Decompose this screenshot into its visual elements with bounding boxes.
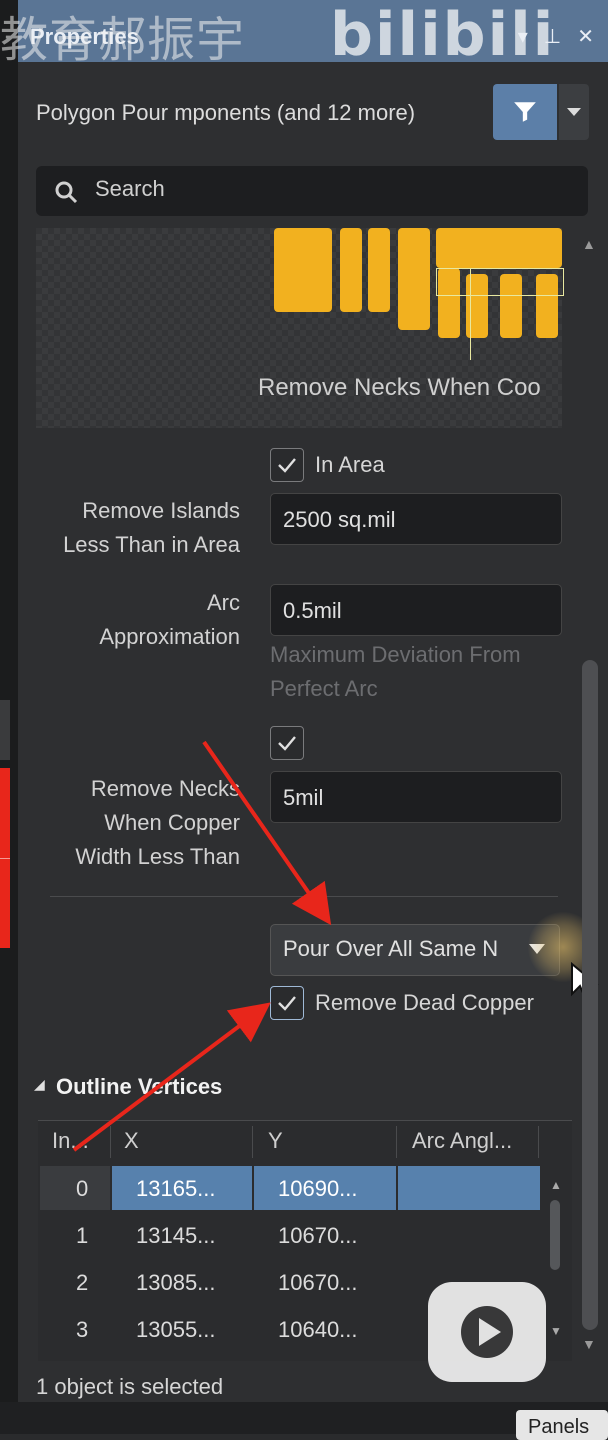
remove-necks-label-line3: Width Less Than xyxy=(75,844,240,869)
pour-over-value: Pour Over All Same N xyxy=(283,936,499,961)
cell-index: 1 xyxy=(76,1223,89,1248)
copper-pad xyxy=(398,228,430,330)
table-scroll-down-icon[interactable]: ▼ xyxy=(550,1324,562,1338)
cell-x: 13165... xyxy=(136,1176,216,1201)
search-placeholder: Search xyxy=(95,176,165,201)
column-header-y[interactable]: Y xyxy=(268,1128,283,1154)
checkmark-icon xyxy=(278,736,296,751)
remove-dead-copper-checkbox[interactable] xyxy=(270,986,304,1020)
table-scrollbar-thumb[interactable] xyxy=(550,1200,560,1270)
arc-hint-line1: Maximum Deviation From xyxy=(270,642,521,667)
table-row[interactable]: 0 13165... 10690... xyxy=(40,1166,540,1210)
column-separator[interactable] xyxy=(538,1126,539,1158)
collapse-triangle-icon[interactable]: ◢ xyxy=(34,1076,45,1093)
chevron-down-icon xyxy=(567,108,581,116)
checkmark-icon xyxy=(278,458,296,473)
section-divider xyxy=(50,896,558,897)
column-header-index[interactable]: In... xyxy=(52,1128,89,1154)
selection-filter-label: Polygon Pour mponents (and 12 more) xyxy=(36,100,416,125)
left-edge-line xyxy=(0,858,10,859)
column-header-arc-angle[interactable]: Arc Angl... xyxy=(412,1128,512,1154)
cell-x: 13085... xyxy=(136,1270,216,1295)
outline-vertices-heading[interactable]: Outline Vertices xyxy=(56,1074,222,1100)
in-area-checkbox[interactable] xyxy=(270,448,304,482)
filter-button[interactable] xyxy=(493,84,557,140)
remove-necks-label-line1: Remove Necks xyxy=(90,776,240,801)
cell-y: 10670... xyxy=(278,1223,358,1248)
preview-caption: Remove Necks When Coo xyxy=(258,374,541,401)
filter-icon xyxy=(514,102,536,122)
search-icon xyxy=(55,181,78,204)
cell-index: 0 xyxy=(76,1176,89,1201)
copper-pad xyxy=(340,228,362,312)
guide-line xyxy=(470,268,471,360)
column-separator[interactable] xyxy=(252,1126,253,1158)
column-separator[interactable] xyxy=(110,1126,111,1158)
cell-x: 13145... xyxy=(136,1223,216,1248)
chevron-down-icon[interactable]: ▾ xyxy=(518,26,528,48)
remove-necks-checkbox[interactable] xyxy=(270,726,304,760)
arc-approximation-label-line2: Approximation xyxy=(99,624,240,649)
panels-button-label: Panels xyxy=(528,1416,590,1438)
panel-scrollbar-thumb[interactable] xyxy=(582,660,598,1330)
column-separator[interactable] xyxy=(396,1126,397,1158)
panel-scroll-down-icon[interactable]: ▼ xyxy=(582,1336,596,1352)
watermark-text: 教育郝振宇 xyxy=(0,12,246,68)
cell-index: 3 xyxy=(76,1317,89,1342)
remove-dead-copper-label: Remove Dead Copper xyxy=(315,990,534,1015)
row-index-cell-bg xyxy=(40,1166,110,1210)
arc-approximation-value: 0.5mil xyxy=(283,598,342,623)
cell-x: 13055... xyxy=(136,1317,216,1342)
close-icon[interactable]: ✕ xyxy=(577,26,594,48)
remove-islands-label-line1: Remove Islands xyxy=(82,498,240,523)
cell-y: 10670... xyxy=(278,1270,358,1295)
pin-icon[interactable]: ⊥ xyxy=(544,26,561,48)
copper-pad xyxy=(368,228,390,312)
cell-y: 10690... xyxy=(278,1176,358,1201)
guide-outline xyxy=(436,268,564,296)
left-edge-block xyxy=(0,700,10,760)
titlebar-controls: ▾ ⊥ ✕ xyxy=(502,24,594,49)
table-row[interactable]: 1 13145... 10670... xyxy=(40,1213,540,1257)
table-scroll-up-icon[interactable]: ▲ xyxy=(550,1178,562,1192)
in-area-label: In Area xyxy=(315,452,385,477)
arc-hint-line2: Perfect Arc xyxy=(270,676,378,701)
panel-scroll-up-icon[interactable]: ▲ xyxy=(582,236,596,252)
checkmark-icon xyxy=(278,996,296,1011)
copper-pad xyxy=(436,228,562,268)
arc-approximation-label-line1: Arc xyxy=(207,590,240,615)
panels-button[interactable]: Panels xyxy=(516,1410,608,1440)
remove-islands-value: 2500 sq.mil xyxy=(283,507,396,532)
column-header-x[interactable]: X xyxy=(124,1128,139,1154)
cell-y: 10640... xyxy=(278,1317,358,1342)
remove-necks-label-line2: When Copper xyxy=(104,810,240,835)
remove-islands-label-line2: Less Than in Area xyxy=(63,532,240,557)
row-arc-cell-bg xyxy=(398,1166,540,1210)
play-icon xyxy=(461,1306,513,1358)
cell-index: 2 xyxy=(76,1270,89,1295)
selection-status-text: 1 object is selected xyxy=(36,1374,224,1399)
copper-pad xyxy=(274,228,332,312)
remove-necks-value: 5mil xyxy=(283,785,324,810)
bilibili-play-logo xyxy=(428,1282,546,1382)
filter-dropdown-button[interactable] xyxy=(559,84,589,140)
